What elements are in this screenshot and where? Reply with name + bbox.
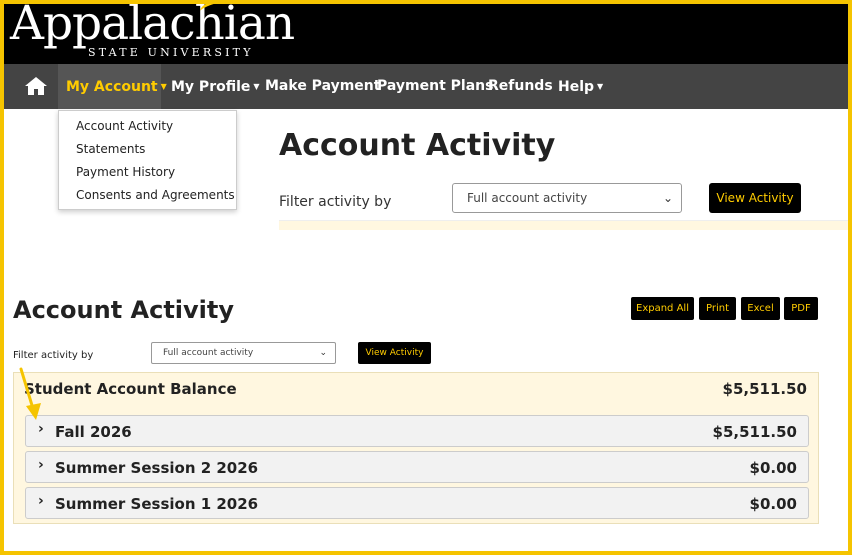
- nav-label: Refunds: [488, 78, 553, 94]
- dropdown-item-account-activity[interactable]: Account Activity: [76, 119, 173, 133]
- caret-down-icon: ▼: [253, 82, 260, 91]
- brand-bar: Appalachian STATE UNIVERSITY: [4, 0, 848, 64]
- caret-down-icon: ▼: [160, 82, 167, 91]
- dropdown-item-payment-history[interactable]: Payment History: [76, 165, 175, 179]
- term-amount: $0.00: [749, 459, 797, 477]
- caret-down-icon: ▼: [597, 82, 604, 91]
- filter-label: Filter activity by: [13, 350, 94, 361]
- term-name: Fall 2026: [55, 423, 132, 441]
- nav-refunds[interactable]: Refunds: [488, 64, 553, 109]
- nav-label: Make Payment: [265, 78, 381, 94]
- term-amount: $5,511.50: [712, 423, 797, 441]
- nav-label: Help: [558, 79, 595, 95]
- chevron-down-icon: ⌄: [319, 348, 327, 358]
- select-value: Full account activity: [163, 348, 254, 358]
- excel-button[interactable]: Excel: [741, 297, 780, 320]
- annotation-arrow-icon: [19, 367, 41, 420]
- nav-payment-plans[interactable]: Payment Plans: [377, 64, 493, 109]
- university-logo[interactable]: Appalachian STATE UNIVERSITY: [10, 0, 295, 64]
- dropdown-item-statements[interactable]: Statements: [76, 142, 145, 156]
- nav-label: My Profile: [171, 79, 251, 95]
- page-title: Account Activity: [279, 128, 556, 163]
- term-row-next[interactable]: [25, 523, 809, 524]
- term-row-summer-2[interactable]: › Summer Session 2 2026 $0.00: [25, 451, 809, 483]
- student-account-balance: Student Account Balance $5,511.50 › Fall…: [13, 372, 819, 524]
- activity-filter-select[interactable]: Full account activity ⌄: [151, 342, 336, 364]
- term-name: Summer Session 1 2026: [55, 495, 259, 513]
- view-activity-button[interactable]: View Activity: [709, 183, 801, 213]
- logo-wordmark: Appalachian: [10, 0, 295, 51]
- balance-strip: [279, 220, 848, 230]
- term-amount: $0.00: [749, 495, 797, 513]
- chevron-right-icon: ›: [38, 493, 44, 509]
- nav-help[interactable]: Help ▼: [558, 64, 603, 109]
- nav-label: Payment Plans: [377, 78, 494, 94]
- term-name: Summer Session 2 2026: [55, 459, 259, 477]
- nav-make-payment[interactable]: Make Payment: [265, 64, 380, 109]
- activity-filter-select[interactable]: Full account activity ⌄: [452, 183, 682, 213]
- balance-amount: $5,511.50: [722, 380, 807, 398]
- filter-label: Filter activity by: [279, 194, 392, 210]
- balance-label: Student Account Balance: [24, 380, 237, 398]
- expand-all-button[interactable]: Expand All: [631, 297, 694, 320]
- term-row-summer-1[interactable]: › Summer Session 1 2026 $0.00: [25, 487, 809, 519]
- chevron-down-icon: ⌄: [662, 191, 673, 205]
- select-value: Full account activity: [467, 191, 588, 205]
- dropdown-item-consents[interactable]: Consents and Agreements: [76, 188, 235, 202]
- main-nav: My Account ▼ My Profile ▼ Make Payment Pay…: [4, 64, 848, 109]
- nav-label: My Account: [66, 79, 158, 95]
- pdf-button[interactable]: PDF: [784, 297, 818, 320]
- nav-my-profile[interactable]: My Profile ▼: [171, 64, 260, 109]
- print-button[interactable]: Print: [699, 297, 736, 320]
- my-account-dropdown: Account Activity Statements Payment Hist…: [58, 110, 237, 210]
- term-row-fall-2026[interactable]: › Fall 2026 $5,511.50: [25, 415, 809, 447]
- nav-my-account[interactable]: My Account ▼: [58, 64, 167, 109]
- section-title: Account Activity: [13, 296, 235, 324]
- logo-subtitle: STATE UNIVERSITY: [88, 46, 254, 59]
- chevron-right-icon: ›: [38, 457, 44, 473]
- view-activity-button[interactable]: View Activity: [358, 342, 431, 364]
- home-icon[interactable]: [24, 76, 48, 96]
